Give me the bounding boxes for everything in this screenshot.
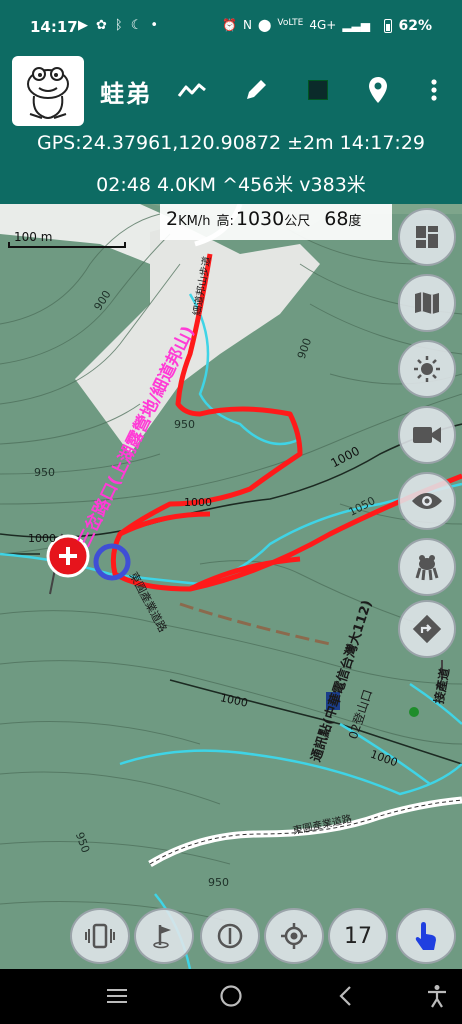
moon-icon: ☾ [130, 18, 143, 33]
recents-icon [107, 989, 127, 1003]
heading-value: 68 [324, 208, 349, 230]
video-button[interactable] [398, 406, 456, 464]
brightness-button[interactable] [398, 340, 456, 398]
heading-unit: 度 [348, 214, 362, 229]
location-pin-icon [369, 77, 387, 103]
status-bar: 14:17 ▶ ✿ ᛒ ☾ • ⏰ N ⬤ VoLTE 4G+ ▂▃▅ 62% [0, 0, 462, 56]
youtube-icon: ▶ [78, 18, 88, 33]
speed-altitude-panel: 2 KM/h 高: 1030 公尺 68 度 [160, 204, 392, 240]
signal-icon: ▂▃▅ [342, 18, 370, 32]
compass-icon [217, 923, 243, 949]
track-stats: 02:48 4.0KM ^456米 v383米 [96, 174, 366, 196]
touch-button[interactable] [396, 908, 456, 964]
contour-label-950a: 950 [34, 466, 55, 479]
speed-value: 2 [166, 208, 179, 230]
layers-icon [416, 226, 438, 248]
contour-label-950d: 950 [208, 876, 229, 889]
flag-button[interactable] [134, 908, 194, 964]
scale-bar-line [8, 242, 126, 248]
map-icon [415, 292, 439, 314]
altitude-value: 1030 [235, 208, 285, 230]
edit-button[interactable] [234, 68, 278, 112]
dot-icon: • [150, 18, 159, 33]
altitude-unit: 公尺 [284, 214, 311, 229]
network-label: 4G+ [309, 18, 337, 32]
app-icon: ✿ [96, 18, 107, 33]
frog-logo[interactable] [12, 56, 84, 126]
battery-icon [384, 19, 392, 33]
alarm-icon: ⏰ [222, 18, 237, 32]
track-button[interactable] [170, 68, 214, 112]
layers-button[interactable] [398, 208, 456, 266]
contour-label-1000b: 1000 [184, 496, 212, 509]
gps-target-icon [281, 923, 307, 949]
location-icon: ⬤ [257, 18, 272, 32]
vibrate-icon [85, 923, 115, 949]
app-title: 蛙弟 [100, 80, 152, 108]
location-button[interactable] [356, 68, 400, 112]
volte-icon: VoLTE [277, 18, 304, 28]
vibrate-button[interactable] [70, 908, 130, 964]
gps-info-panel: GPS:24.37961,120.90872 ±2m 14:17:29 02:4… [0, 126, 462, 204]
eye-icon [412, 493, 442, 509]
touch-icon [415, 922, 436, 950]
scale-bar: 100 m [8, 230, 126, 248]
app-toolbar: 蛙弟 [0, 56, 462, 126]
locate-button[interactable] [264, 908, 324, 964]
gps-coordinates: GPS:24.37961,120.90872 ±2m 14:17:29 [36, 132, 425, 154]
brightness-icon [414, 356, 440, 382]
recents-button[interactable] [102, 981, 132, 1011]
altitude-label: 高: [216, 214, 234, 229]
stop-button[interactable] [296, 68, 340, 112]
map-canvas [0, 204, 462, 969]
video-icon [413, 427, 441, 443]
compass-button[interactable] [200, 908, 260, 964]
map-button[interactable] [398, 274, 456, 332]
more-button[interactable] [412, 68, 456, 112]
navigate-button[interactable] [398, 600, 456, 658]
frog-icon [415, 555, 439, 581]
eye-button[interactable] [398, 472, 456, 530]
home-icon [220, 985, 242, 1007]
more-vert-icon [431, 79, 437, 101]
track-icon [177, 83, 206, 97]
nfc-icon: N [242, 18, 252, 32]
map-view[interactable]: 三岔路口(上湖露營地/細道邦山) 東圓產業道路 東圓產業道路 通訊點(中華電信台… [0, 204, 462, 969]
navigate-icon [412, 614, 442, 644]
stop-icon [308, 80, 328, 100]
status-time: 14:17 [30, 18, 78, 36]
frog-button[interactable] [398, 538, 456, 596]
accessibility-button[interactable] [422, 981, 452, 1011]
frog-logo-icon [27, 67, 69, 119]
battery-percent: 62% [398, 18, 432, 34]
contour-label-1000a: 1000 [28, 532, 56, 545]
flag-icon [153, 925, 171, 949]
back-button[interactable] [330, 981, 360, 1011]
back-icon [339, 986, 351, 1006]
zoom-level: 17 [344, 923, 372, 949]
system-nav-bar [0, 969, 462, 1024]
zoom-level-button[interactable]: 17 [328, 908, 388, 964]
pencil-icon [247, 80, 266, 99]
home-button[interactable] [216, 981, 246, 1011]
accessibility-icon [428, 985, 446, 1008]
bluetooth-icon: ᛒ [114, 18, 123, 33]
speed-unit: KM/h [178, 214, 211, 229]
contour-label-950b: 950 [174, 418, 195, 431]
